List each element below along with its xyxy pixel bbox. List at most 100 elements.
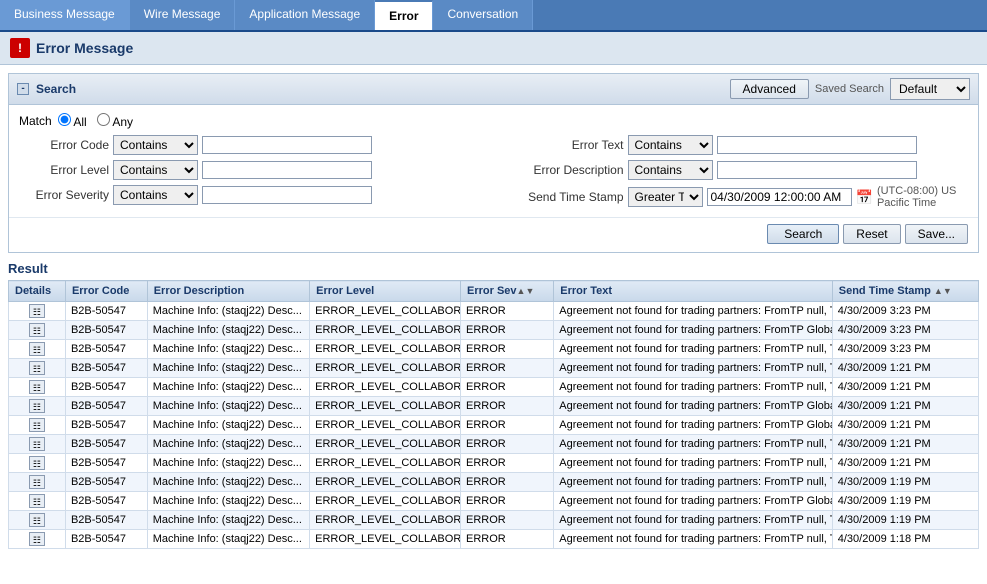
reset-button[interactable]: Reset xyxy=(843,224,900,244)
table-row[interactable]: ☷B2B-50547Machine Info: (staqj22) Desc..… xyxy=(9,397,979,416)
search-button[interactable]: Search xyxy=(767,224,839,244)
table-row[interactable]: ☷B2B-50547Machine Info: (staqj22) Desc..… xyxy=(9,359,979,378)
cell-error-text: Agreement not found for trading partners… xyxy=(554,492,833,511)
match-any-radio[interactable] xyxy=(97,113,110,126)
error-severity-input[interactable] xyxy=(202,186,372,204)
detail-icon[interactable]: ☷ xyxy=(29,513,45,527)
cell-error-level: ERROR_LEVEL_COLLABORA... xyxy=(310,359,461,378)
tab-application-message[interactable]: Application Message xyxy=(235,0,375,30)
cell-error-severity: ERROR xyxy=(461,378,554,397)
cell-error-level: ERROR_LEVEL_COLLABORA... xyxy=(310,340,461,359)
detail-icon[interactable]: ☷ xyxy=(29,399,45,413)
table-row[interactable]: ☷B2B-50547Machine Info: (staqj22) Desc..… xyxy=(9,511,979,530)
cell-error-severity: ERROR xyxy=(461,511,554,530)
error-text-operator[interactable]: Contains Starts With Equals xyxy=(628,135,713,155)
match-row: Match All Any xyxy=(19,113,968,129)
table-row[interactable]: ☷B2B-50547Machine Info: (staqj22) Desc..… xyxy=(9,454,979,473)
cell-error-code: B2B-50547 xyxy=(65,340,147,359)
table-row[interactable]: ☷B2B-50547Machine Info: (staqj22) Desc..… xyxy=(9,473,979,492)
cell-error-severity: ERROR xyxy=(461,302,554,321)
cell-error-code: B2B-50547 xyxy=(65,492,147,511)
cell-error-code: B2B-50547 xyxy=(65,321,147,340)
tab-bar: Business Message Wire Message Applicatio… xyxy=(0,0,987,32)
detail-icon[interactable]: ☷ xyxy=(29,494,45,508)
cell-error-severity: ERROR xyxy=(461,340,554,359)
error-code-input[interactable] xyxy=(202,136,372,154)
cell-error-severity: ERROR xyxy=(461,492,554,511)
cell-error-severity: ERROR xyxy=(461,321,554,340)
cell-error-text: Agreement not found for trading partners… xyxy=(554,378,833,397)
detail-icon[interactable]: ☷ xyxy=(29,437,45,451)
detail-icon[interactable]: ☷ xyxy=(29,456,45,470)
table-row[interactable]: ☷ B2B-50547Machine Info: (staqj22) Desc..… xyxy=(9,321,979,340)
saved-search-dropdown[interactable]: Default xyxy=(890,78,970,100)
col-header-send-time-stamp[interactable]: Send Time Stamp ▲▼ xyxy=(832,281,978,302)
cell-error-level: ERROR_LEVEL_COLLABORA... xyxy=(310,511,461,530)
error-level-operator[interactable]: Contains Starts With Equals xyxy=(113,160,198,180)
cell-details: ☷ xyxy=(9,473,66,492)
table-row[interactable]: ☷B2B-50547Machine Info: (staqj22) Desc..… xyxy=(9,435,979,454)
table-row[interactable]: ☷B2B-50547Machine Info: (staqj22) Desc..… xyxy=(9,530,979,549)
detail-icon[interactable]: ☷ xyxy=(29,418,45,432)
error-text-label: Error Text xyxy=(504,138,624,152)
cell-error-level: ERROR_LEVEL_COLLABORA... xyxy=(310,492,461,511)
page-header: ! Error Message xyxy=(0,32,987,65)
collapse-button[interactable]: - xyxy=(17,83,29,95)
table-row[interactable]: ☷B2B-50547Machine Info: (staqj22) Desc..… xyxy=(9,302,979,321)
detail-icon[interactable]: ☷ xyxy=(29,304,45,318)
detail-icon[interactable]: ☷ xyxy=(29,342,45,356)
cell-error-text: Agreement not found for trading partners… xyxy=(554,416,833,435)
sort-icon: ▲▼ xyxy=(517,286,535,296)
cell-error-code: B2B-50547 xyxy=(65,511,147,530)
calendar-icon[interactable]: 📅 xyxy=(856,189,873,206)
sort-direction-icon: ▲▼ xyxy=(934,286,952,296)
cell-send-time-stamp: 4/30/2009 3:23 PM xyxy=(832,321,978,340)
svg-text:!: ! xyxy=(18,41,22,55)
match-all-radio[interactable] xyxy=(58,113,71,126)
detail-icon[interactable]: ☷ xyxy=(29,380,45,394)
send-time-stamp-operator[interactable]: Greater Than Less Than Equals xyxy=(628,187,703,207)
cell-error-description: Machine Info: (staqj22) Desc... xyxy=(147,321,309,340)
cell-details: ☷ xyxy=(9,397,66,416)
detail-icon[interactable]: ☷ xyxy=(29,323,45,337)
cell-send-time-stamp: 4/30/2009 3:23 PM xyxy=(832,340,978,359)
cell-error-description: Machine Info: (staqj22) Desc... xyxy=(147,340,309,359)
tab-error[interactable]: Error xyxy=(375,0,433,30)
cell-details: ☷ xyxy=(9,416,66,435)
col-header-error-severity[interactable]: Error Sev▲▼ xyxy=(461,281,554,302)
error-severity-operator[interactable]: Contains Starts With Equals xyxy=(113,185,198,205)
match-all-label: All xyxy=(58,113,87,129)
error-code-operator[interactable]: Contains Starts With Equals xyxy=(113,135,198,155)
cell-error-level: ERROR_LEVEL_COLLABORA... xyxy=(310,378,461,397)
cell-send-time-stamp: 4/30/2009 1:19 PM xyxy=(832,473,978,492)
send-time-stamp-input[interactable] xyxy=(707,188,852,206)
cell-error-text: Agreement not found for trading partners… xyxy=(554,397,833,416)
table-row[interactable]: ☷B2B-50547Machine Info: (staqj22) Desc..… xyxy=(9,416,979,435)
cell-error-code: B2B-50547 xyxy=(65,530,147,549)
advanced-button[interactable]: Advanced xyxy=(730,79,809,99)
error-severity-label: Error Severity xyxy=(19,188,109,202)
search-title: - Search xyxy=(17,82,76,96)
cell-error-level: ERROR_LEVEL_COLLABORA... xyxy=(310,397,461,416)
detail-icon[interactable]: ☷ xyxy=(29,361,45,375)
error-description-operator[interactable]: Contains Starts With Equals xyxy=(628,160,713,180)
detail-icon[interactable]: ☷ xyxy=(29,475,45,489)
tab-conversation[interactable]: Conversation xyxy=(433,0,533,30)
cell-error-severity: ERROR xyxy=(461,530,554,549)
tab-business-message[interactable]: Business Message xyxy=(0,0,130,30)
detail-icon[interactable]: ☷ xyxy=(29,532,45,546)
search-title-label: Search xyxy=(36,82,76,96)
error-text-input[interactable] xyxy=(717,136,917,154)
error-level-input[interactable] xyxy=(202,161,372,179)
table-row[interactable]: ☷B2B-50547Machine Info: (staqj22) Desc..… xyxy=(9,378,979,397)
tab-wire-message[interactable]: Wire Message xyxy=(130,0,236,30)
cell-details: ☷ xyxy=(9,378,66,397)
cell-error-text: Agreement not found for trading partners… xyxy=(554,321,833,340)
cell-error-description: Machine Info: (staqj22) Desc... xyxy=(147,302,309,321)
table-row[interactable]: ☷B2B-50547Machine Info: (staqj22) Desc..… xyxy=(9,492,979,511)
error-description-input[interactable] xyxy=(717,161,917,179)
table-row[interactable]: ☷ B2B-50547Machine Info: (staqj22) Desc..… xyxy=(9,340,979,359)
cell-send-time-stamp: 4/30/2009 1:19 PM xyxy=(832,492,978,511)
cell-error-text: Agreement not found for trading partners… xyxy=(554,340,833,359)
save-button[interactable]: Save... xyxy=(905,224,968,244)
